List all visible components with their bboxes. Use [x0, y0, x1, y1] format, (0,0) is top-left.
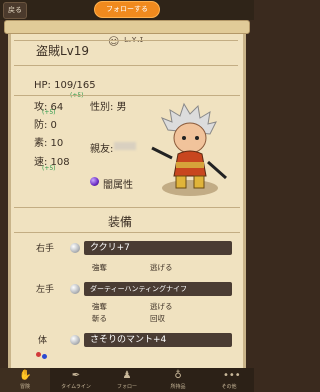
people-icon: ♟	[122, 370, 132, 381]
stat-mind: 素: 10	[34, 138, 64, 149]
left-effect-4: 回収	[150, 314, 165, 323]
body-label: 体	[38, 336, 48, 346]
more-icon: •••	[223, 370, 241, 381]
bag-icon: ♁	[174, 370, 182, 381]
stat-speed-bonus: (+5)	[42, 165, 56, 172]
bottom-nav: ✋ 冒険 ✒ タイムライン ♟ フォロー ♁ 所持品 ••• その他	[0, 368, 254, 392]
blue-dot-icon	[42, 354, 47, 359]
right-hand-label: 右手	[36, 244, 55, 254]
left-effect-1: 強奪	[92, 302, 107, 311]
friend-text: 親友:	[90, 144, 114, 155]
left-hand-label: 左手	[36, 285, 55, 295]
friend-name-blurred	[114, 142, 136, 150]
red-dot-icon	[36, 352, 41, 357]
nav-adventure[interactable]: ✋ 冒険	[0, 368, 50, 392]
stat-attack-bonus: (+5)	[42, 109, 56, 116]
dark-attribute-icon	[90, 177, 99, 186]
hand-icon: ✋	[19, 370, 32, 381]
stat-defense: 防: 0	[34, 120, 57, 131]
divider	[14, 207, 240, 208]
nav-follow[interactable]: ♟ フォロー	[102, 368, 152, 392]
left-hand-item[interactable]: ダーティーハンティングナイフ	[84, 282, 232, 296]
right-hand-item[interactable]: ククリ+7	[84, 241, 232, 255]
equipment-title: 装備	[108, 215, 133, 229]
right-effect-2: 逃げる	[150, 263, 173, 272]
quill-icon: ✒	[71, 370, 81, 381]
attribute-text: 闇属性	[103, 180, 133, 191]
follow-button[interactable]: フォローする	[94, 1, 160, 18]
orb-icon	[70, 243, 80, 253]
left-effect-3: 斬る	[92, 314, 107, 323]
hp-text: HP: 109/165	[34, 80, 96, 91]
left-effect-2: 逃げる	[150, 302, 173, 311]
back-button[interactable]: 戻る	[3, 2, 27, 19]
body-item[interactable]: さそりのマント+4	[84, 333, 232, 347]
character-sprite	[151, 102, 227, 196]
orb-icon	[70, 284, 80, 294]
nav-timeline[interactable]: ✒ タイムライン	[51, 368, 101, 392]
character-name: 盗賊Lv19	[36, 44, 90, 58]
right-effect-1: 強奪	[92, 263, 107, 272]
nav-more[interactable]: ••• その他	[204, 368, 254, 392]
divider	[14, 232, 240, 233]
top-bar: 戻る フォローする	[0, 0, 254, 20]
orb-icon	[70, 335, 80, 345]
gender-text: 性別: 男	[90, 102, 127, 113]
scroll-top-rod	[4, 20, 250, 34]
nav-inventory[interactable]: ♁ 所持品	[153, 368, 203, 392]
